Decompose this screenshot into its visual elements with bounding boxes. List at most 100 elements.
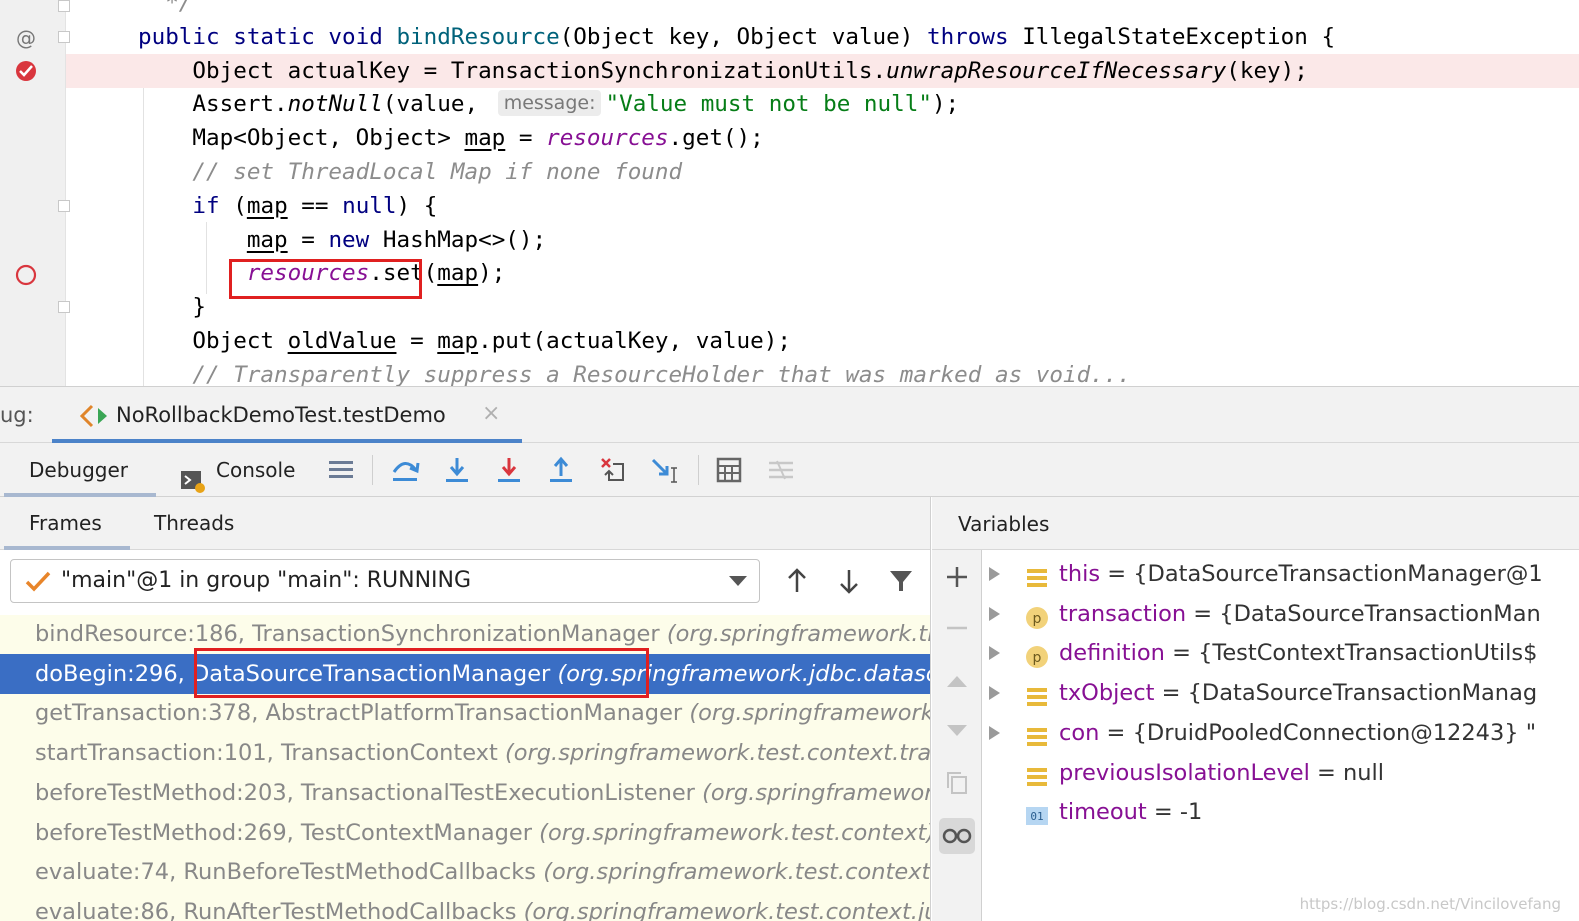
expand-arrow-icon[interactable] [989, 686, 1000, 701]
code-line[interactable]: Map<Object, Object> map = resources.get(… [0, 121, 1579, 155]
tab-debugger[interactable]: Debugger [4, 443, 156, 497]
code-token: notNull [287, 91, 383, 118]
variable-value: = {DataSourceTransactionManager@1 [1100, 561, 1543, 587]
stack-frame-row[interactable]: getTransaction:378, AbstractPlatformTran… [0, 693, 931, 733]
debug-session-tab[interactable]: NoRollbackDemoTest.testDemo × [52, 387, 522, 443]
code-token: // set ThreadLocal Map if none found [138, 159, 683, 185]
close-icon[interactable]: × [482, 401, 500, 426]
code-token: map [246, 192, 288, 219]
show-watches-icon[interactable] [939, 818, 975, 854]
field-icon [1025, 682, 1049, 707]
variable-row[interactable]: 01 timeout = -1 [983, 792, 1579, 832]
add-watch-icon[interactable] [939, 559, 975, 595]
remove-watch-icon[interactable] [939, 610, 975, 646]
code-line[interactable]: public static void bindResource(Object k… [0, 20, 1579, 54]
variable-row[interactable]: p definition = {TestContextTransactionUti… [983, 633, 1579, 673]
variable-name: txObject = {DataSourceTransactionManag [1059, 673, 1537, 713]
thread-selector[interactable]: "main"@1 in group "main": RUNNING [10, 559, 760, 603]
tab-debugger-label: Debugger [29, 458, 128, 482]
code-line[interactable]: // set ThreadLocal Map if none found [0, 155, 1579, 189]
svg-text:p: p [1033, 611, 1042, 627]
variable-name: previousIsolationLevel = null [1059, 753, 1384, 793]
copy-icon[interactable] [939, 765, 975, 801]
code-line[interactable]: } [0, 290, 1579, 324]
variable-name: con = {DruidPooledConnection@12243} " [1059, 713, 1536, 753]
frames-list[interactable]: bindResource:186, TransactionSynchroniza… [0, 614, 931, 921]
step-into-icon[interactable] [440, 454, 474, 486]
stack-frame-row[interactable]: evaluate:74, RunBeforeTestMethodCallback… [0, 852, 930, 892]
variable-name: timeout = -1 [1059, 792, 1202, 832]
variable-name: this = {DataSourceTransactionManager@1 [1059, 554, 1543, 594]
code-token: public static void [138, 23, 397, 50]
code-line[interactable]: Assert.notNull(value, message: "Value mus… [0, 87, 1579, 121]
tab-threads[interactable]: Threads [154, 497, 264, 550]
code-token: IllegalStateException { [1008, 23, 1336, 50]
variable-name-text: definition [1059, 640, 1165, 667]
code-token: = [396, 328, 438, 354]
tab-console-label: Console [216, 458, 296, 482]
code-line[interactable]: */ [0, 0, 1579, 20]
code-token: resources [546, 125, 669, 152]
variable-row[interactable]: previousIsolationLevel = null [983, 753, 1579, 793]
code-line[interactable]: // Transparently suppress a ResourceHold… [0, 358, 1579, 386]
expand-arrow-icon[interactable] [989, 606, 1000, 621]
code-token: HashMap<>(); [369, 226, 547, 253]
next-frame-icon[interactable] [831, 563, 867, 599]
tab-frames[interactable]: Frames [4, 497, 130, 550]
stack-frame-row[interactable]: startTransaction:101, TransactionContext… [0, 733, 930, 773]
code-token: Map<Object, Object> [138, 125, 465, 152]
svg-text:01: 01 [1030, 810, 1043, 823]
code-token: ) { [396, 192, 438, 219]
variable-row[interactable]: this = {DataSourceTransactionManager@1 [983, 554, 1579, 594]
run-to-cursor-icon[interactable] [648, 454, 682, 486]
previous-frame-icon[interactable] [779, 563, 815, 599]
drop-frame-icon[interactable] [596, 454, 630, 486]
stack-frame-row[interactable]: beforeTestMethod:203, TransactionalTestE… [0, 773, 930, 813]
evaluate-expression-icon[interactable] [712, 454, 746, 486]
stack-frame-row[interactable]: beforeTestMethod:269, TestContextManager… [0, 813, 930, 853]
stack-frame-row[interactable]: doBegin:296, DataSourceTransactionManage… [0, 653, 930, 694]
code-token: oldValue [287, 328, 397, 354]
code-token: (value, [382, 91, 492, 118]
code-line[interactable]: map = new HashMap<>(); [0, 223, 1579, 257]
stack-frame-package: (org.springframework.test.context.junit4… [523, 898, 930, 921]
check-icon [25, 570, 51, 596]
stack-frame-package: (org.springframework.transaction.support… [689, 700, 931, 727]
code-line[interactable]: Object actualKey = TransactionSynchroniz… [66, 53, 1579, 88]
variable-row[interactable]: p transaction = {DataSourceTransactionMan [983, 594, 1579, 634]
stack-frame-method: evaluate:86, RunAfterTestMethodCallbacks [35, 898, 524, 921]
breakpoint-hit-icon[interactable] [15, 60, 37, 86]
code-line[interactable]: resources.set(map); [0, 256, 1579, 290]
code-editor[interactable]: @ */public static void bindResource(Obje… [0, 0, 1579, 386]
expand-arrow-icon[interactable] [989, 725, 1000, 740]
step-over-icon[interactable] [388, 454, 422, 486]
tab-console[interactable]: Console [178, 443, 308, 497]
step-out-icon[interactable] [544, 454, 578, 486]
trace-current-stream-icon[interactable] [764, 454, 798, 486]
stack-frame-package: (org.springframework.test.context.transa… [702, 779, 930, 806]
move-down-icon[interactable] [939, 713, 975, 749]
expand-arrow-icon[interactable] [989, 567, 1000, 581]
variables-list[interactable]: https://blog.csdn.net/Vincilovefang this… [983, 550, 1579, 921]
variable-row[interactable]: txObject = {DataSourceTransactionManag [983, 673, 1579, 713]
stack-frame-method: beforeTestMethod:269, TestContextManager [35, 819, 540, 846]
layout-menu-icon[interactable] [324, 454, 358, 486]
stack-frame-row[interactable]: evaluate:86, RunAfterTestMethodCallbacks… [0, 892, 930, 921]
param-icon: p [1025, 642, 1049, 669]
code-token: */ [138, 0, 193, 16]
code-token: map [437, 328, 479, 354]
move-up-icon[interactable] [939, 663, 975, 699]
stack-frame-method: bindResource:186, TransactionSynchroniza… [35, 621, 667, 647]
stack-frame-row[interactable]: bindResource:186, TransactionSynchroniza… [0, 614, 930, 654]
code-line[interactable]: Object oldValue = map.put(actualKey, val… [0, 324, 1579, 358]
code-token: == [287, 192, 343, 219]
expand-arrow-icon[interactable] [989, 646, 1000, 661]
code-line[interactable]: if (map == null) { [0, 189, 1579, 223]
parameter-hint: message: [497, 90, 602, 117]
variable-name-text: transaction [1059, 600, 1187, 627]
force-step-into-icon[interactable] [492, 454, 526, 486]
filter-icon[interactable] [883, 563, 919, 599]
variable-name-text: con [1059, 719, 1100, 746]
variable-row[interactable]: con = {DruidPooledConnection@12243} " [983, 713, 1579, 753]
